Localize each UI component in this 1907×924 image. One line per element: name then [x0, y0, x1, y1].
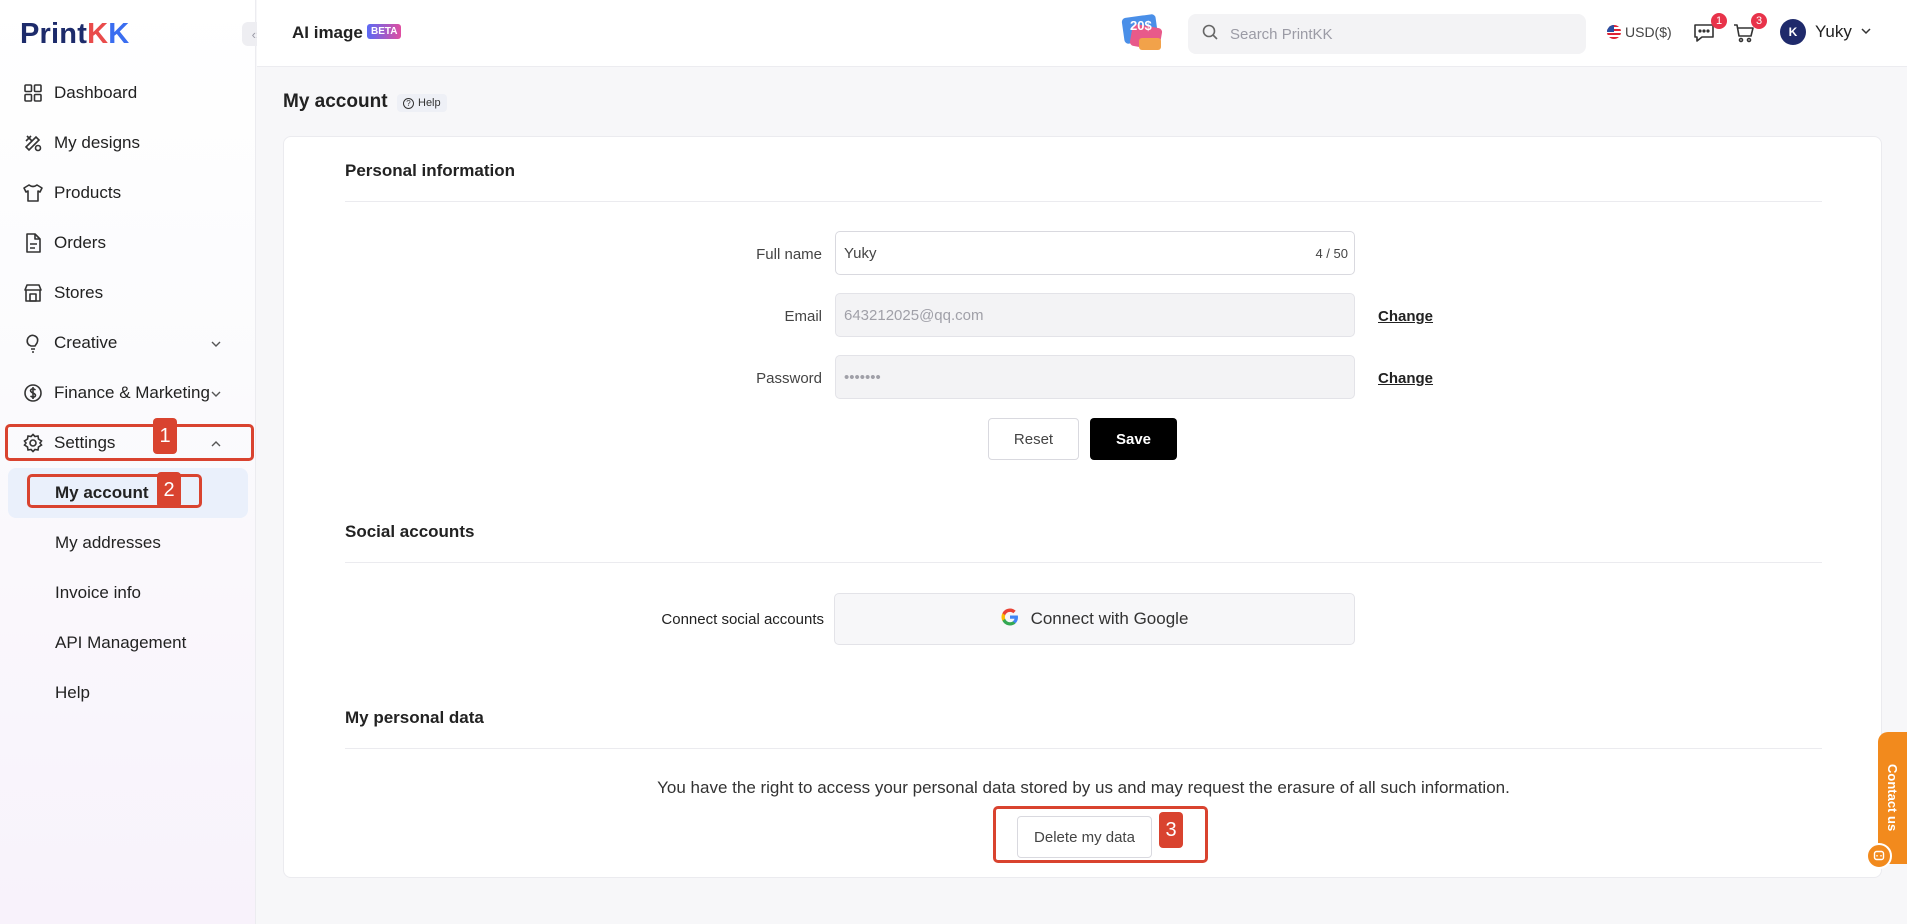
document-icon: [22, 232, 44, 254]
search-bar[interactable]: [1188, 14, 1586, 54]
sidebar-nav: Dashboard My designs Products Orders Sto…: [8, 68, 248, 718]
sidebar-subitem-help[interactable]: Help: [8, 668, 248, 718]
store-icon: [22, 282, 44, 304]
chevron-down-icon: [210, 335, 222, 355]
reset-button[interactable]: Reset: [988, 418, 1079, 460]
help-button[interactable]: ? Help: [397, 94, 447, 112]
sidebar-item-finance-marketing[interactable]: Finance & Marketing: [8, 368, 248, 418]
full-name-field[interactable]: Yuky 4 / 50: [835, 231, 1355, 275]
gear-icon: [22, 432, 44, 454]
dashboard-icon: [22, 82, 44, 104]
email-field: 643212025@qq.com: [835, 293, 1355, 337]
sidebar-subitem-invoice-info[interactable]: Invoice info: [8, 568, 248, 618]
divider: [345, 562, 1822, 563]
sidebar-item-label: Settings: [54, 433, 116, 452]
sidebar-subitem-my-addresses[interactable]: My addresses: [8, 518, 248, 568]
change-email-link[interactable]: Change: [1378, 308, 1433, 325]
chat-bubble-icon[interactable]: [1866, 843, 1892, 869]
currency-label: USD($): [1625, 24, 1672, 40]
cart-button[interactable]: 3: [1733, 13, 1767, 48]
us-flag-icon: [1607, 25, 1621, 39]
password-label: Password: [756, 370, 822, 387]
bulb-icon: [22, 332, 44, 354]
top-bar: AI image BETA 20$ USD($) 1 3 K Yuky: [257, 0, 1907, 67]
chevron-down-icon: [1860, 22, 1872, 42]
chat-icon: [1693, 24, 1715, 48]
cart-icon: [1733, 24, 1755, 48]
google-button-label: Connect with Google: [1030, 609, 1189, 628]
account-card: Personal information Full name Yuky 4 / …: [283, 136, 1882, 878]
full-name-value: Yuky: [844, 244, 877, 262]
sidebar-item-label: Creative: [54, 333, 118, 352]
contact-us-label: Contact us: [1885, 764, 1900, 832]
dollar-icon: [22, 382, 44, 404]
sidebar-item-dashboard[interactable]: Dashboard: [8, 68, 248, 118]
delete-data-button[interactable]: Delete my data: [1017, 816, 1152, 858]
page-title: My account: [283, 91, 388, 112]
sidebar-subitem-my-account[interactable]: My account: [8, 468, 248, 518]
printkk-logo[interactable]: PrintKK: [20, 18, 129, 51]
password-field: •••••••: [835, 355, 1355, 399]
help-label: Help: [418, 97, 441, 109]
section-title-personal-data: My personal data: [345, 708, 484, 727]
sidebar-item-creative[interactable]: Creative: [8, 318, 248, 368]
sidebar-subitem-api-management[interactable]: API Management: [8, 618, 248, 668]
promo-coupon-text: 20$: [1130, 18, 1152, 33]
personal-data-text: You have the right to access your person…: [657, 778, 1510, 797]
char-count: 4 / 50: [1315, 245, 1348, 261]
google-icon: [1001, 608, 1019, 631]
avatar: K: [1780, 19, 1806, 45]
save-button[interactable]: Save: [1090, 418, 1177, 460]
email-value: 643212025@qq.com: [844, 306, 984, 324]
cart-badge: 3: [1751, 13, 1767, 29]
messages-button[interactable]: 1: [1693, 13, 1727, 48]
chevron-down-icon: [210, 385, 222, 405]
sidebar-item-label: Products: [54, 183, 122, 202]
sidebar-item-label: Dashboard: [54, 83, 138, 102]
sidebar-item-label: Finance & Marketing: [54, 383, 210, 402]
connect-social-label: Connect social accounts: [661, 611, 824, 628]
full-name-label: Full name: [756, 246, 822, 263]
user-name: Yuky: [1815, 22, 1852, 41]
chevron-up-icon: [210, 435, 222, 455]
currency-selector[interactable]: USD($): [1607, 24, 1672, 40]
beta-badge: BETA: [367, 24, 402, 39]
ai-image-link[interactable]: AI image: [292, 23, 363, 43]
sidebar-item-stores[interactable]: Stores: [8, 268, 248, 318]
email-label: Email: [784, 308, 822, 325]
sidebar-item-label: Stores: [54, 283, 104, 302]
promo-coupon-icon[interactable]: 20$: [1121, 12, 1167, 54]
divider: [345, 748, 1822, 749]
sidebar-item-label: Orders: [54, 233, 106, 252]
sidebar-item-orders[interactable]: Orders: [8, 218, 248, 268]
sidebar: PrintKK Dashboard My designs Products Or…: [0, 0, 256, 924]
designs-icon: [22, 132, 44, 154]
change-password-link[interactable]: Change: [1378, 370, 1433, 387]
sidebar-item-settings[interactable]: Settings: [8, 418, 248, 468]
connect-google-button[interactable]: Connect with Google: [834, 593, 1355, 645]
section-title-personal: Personal information: [345, 161, 516, 180]
tshirt-icon: [22, 182, 44, 204]
search-icon: [1202, 24, 1218, 45]
sidebar-item-my-designs[interactable]: My designs: [8, 118, 248, 168]
messages-badge: 1: [1711, 13, 1727, 29]
sidebar-item-label: My designs: [54, 133, 140, 152]
password-value: •••••••: [844, 368, 881, 386]
divider: [345, 201, 1822, 202]
section-title-social: Social accounts: [345, 522, 475, 541]
user-menu[interactable]: K Yuky: [1780, 19, 1872, 45]
question-icon: ?: [403, 97, 414, 109]
sidebar-item-products[interactable]: Products: [8, 168, 248, 218]
search-input[interactable]: [1230, 25, 1560, 43]
